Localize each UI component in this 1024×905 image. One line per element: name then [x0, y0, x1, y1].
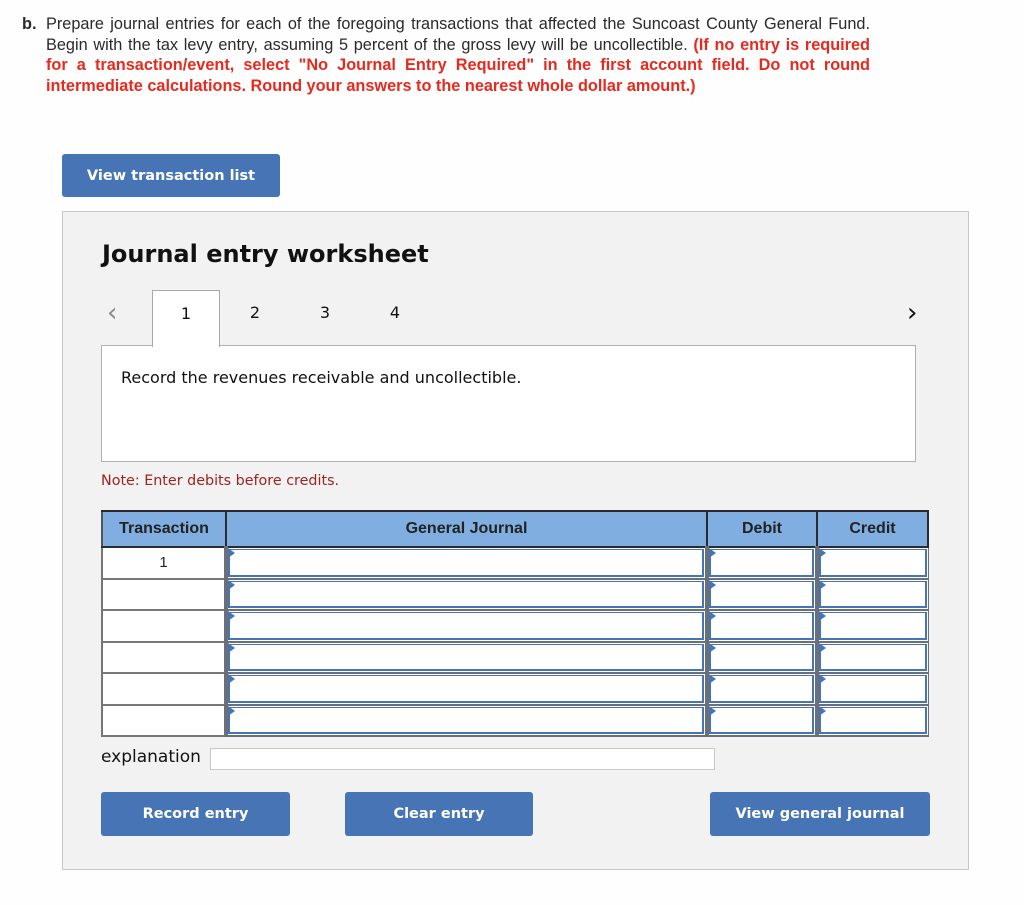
account-input[interactable]	[228, 612, 704, 640]
entry-note: Note: Enter debits before credits.	[101, 473, 340, 489]
tab-4[interactable]: 4	[361, 290, 429, 346]
header-credit: Credit	[816, 510, 929, 548]
debit-input-cell	[705, 577, 818, 611]
debit-input[interactable]	[709, 580, 814, 608]
dropdown-marker-icon	[709, 548, 716, 558]
tab-2[interactable]: 2	[221, 290, 289, 346]
debit-input-cell	[705, 546, 818, 580]
transaction-cell	[101, 672, 227, 706]
dropdown-marker-icon	[819, 611, 826, 621]
debit-input[interactable]	[709, 675, 814, 703]
transaction-cell	[101, 577, 227, 611]
account-input[interactable]	[228, 706, 704, 734]
debit-input-cell	[705, 703, 818, 737]
credit-input-cell	[815, 703, 929, 737]
dropdown-marker-icon	[819, 642, 826, 653]
header-general-journal: General Journal	[225, 510, 708, 548]
debit-input-cell	[705, 672, 818, 706]
credit-input[interactable]	[819, 549, 927, 577]
table-row	[101, 577, 929, 611]
transaction-cell	[101, 609, 227, 643]
credit-input-cell	[815, 546, 929, 580]
table-row	[101, 609, 929, 643]
table-row	[101, 703, 929, 737]
credit-input[interactable]	[819, 675, 927, 703]
table-row: 1	[101, 546, 929, 580]
debit-input[interactable]	[709, 612, 814, 640]
view-transaction-list-button[interactable]: View transaction list	[62, 154, 280, 197]
header-transaction: Transaction	[101, 510, 227, 548]
credit-input[interactable]	[819, 643, 927, 671]
debit-input-cell	[705, 640, 818, 674]
view-general-journal-button[interactable]: View general journal	[710, 792, 930, 836]
dropdown-marker-icon	[228, 579, 235, 590]
dropdown-marker-icon	[228, 705, 235, 716]
tab-3[interactable]: 3	[291, 290, 359, 346]
account-input-cell	[224, 577, 708, 611]
journal-table: Transaction General Journal Debit Credit…	[101, 510, 929, 737]
credit-input-cell	[815, 640, 929, 674]
account-input-cell	[224, 703, 708, 737]
table-row	[101, 640, 929, 674]
transaction-description: Record the revenues receivable and uncol…	[121, 368, 522, 387]
transaction-cell	[101, 640, 227, 674]
debit-input[interactable]	[709, 643, 814, 671]
chevron-right-icon[interactable]: ›	[907, 298, 917, 328]
dropdown-marker-icon	[819, 548, 826, 558]
dropdown-marker-icon	[709, 674, 716, 684]
dropdown-marker-icon	[709, 611, 716, 621]
question-text: b. Prepare journal entries for each of t…	[22, 14, 870, 96]
credit-input[interactable]	[819, 580, 927, 608]
dropdown-marker-icon	[819, 579, 826, 590]
debit-input[interactable]	[709, 549, 814, 577]
account-input[interactable]	[228, 549, 704, 577]
explanation-input[interactable]	[210, 748, 715, 770]
account-input[interactable]	[228, 580, 704, 608]
account-input-cell	[224, 546, 708, 580]
account-input-cell	[224, 609, 708, 643]
account-input[interactable]	[228, 675, 704, 703]
credit-input-cell	[815, 577, 929, 611]
account-input-cell	[224, 672, 708, 706]
record-entry-button[interactable]: Record entry	[101, 792, 290, 836]
dropdown-marker-icon	[819, 705, 826, 716]
table-header-row: Transaction General Journal Debit Credit	[101, 510, 929, 548]
credit-input[interactable]	[819, 706, 927, 734]
dropdown-marker-icon	[709, 642, 716, 653]
question-letter: b.	[22, 15, 37, 33]
dropdown-marker-icon	[819, 674, 826, 684]
dropdown-marker-icon	[228, 611, 235, 621]
chevron-left-icon[interactable]: ‹	[107, 298, 117, 328]
credit-input-cell	[815, 609, 929, 643]
credit-input[interactable]	[819, 612, 927, 640]
clear-entry-button[interactable]: Clear entry	[345, 792, 533, 836]
debit-input[interactable]	[709, 706, 814, 734]
transaction-cell: 1	[101, 546, 227, 580]
table-row	[101, 672, 929, 706]
account-input-cell	[224, 640, 708, 674]
tab-1[interactable]: 1	[152, 290, 220, 347]
dropdown-marker-icon	[709, 705, 716, 716]
dropdown-marker-icon	[709, 579, 716, 590]
journal-entry-worksheet: Journal entry worksheet ‹ 1 2 3 4 › Reco…	[62, 211, 969, 870]
transaction-cell	[101, 703, 227, 737]
header-debit: Debit	[706, 510, 818, 548]
account-input[interactable]	[228, 643, 704, 671]
transaction-description-box: Record the revenues receivable and uncol…	[101, 345, 916, 462]
explanation-label: explanation	[101, 747, 201, 767]
worksheet-title: Journal entry worksheet	[102, 240, 429, 268]
credit-input-cell	[815, 672, 929, 706]
debit-input-cell	[705, 609, 818, 643]
dropdown-marker-icon	[228, 548, 235, 558]
dropdown-marker-icon	[228, 642, 235, 653]
dropdown-marker-icon	[228, 674, 235, 684]
